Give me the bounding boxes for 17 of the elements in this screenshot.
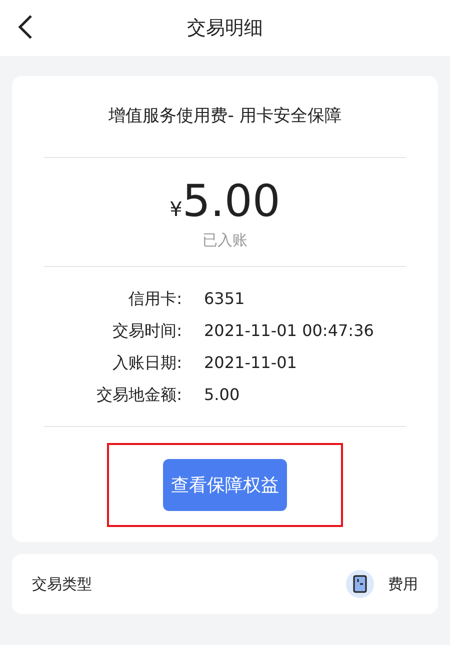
detail-label: 交易时间: [112,321,183,342]
detail-value: 5.00 [204,385,241,406]
detail-label: 交易地金额: [96,385,183,406]
currency-symbol: ¥ [170,197,182,221]
detail-label: 入账日期: [112,353,183,374]
receipt-icon [346,570,374,598]
detail-value: 2021-11-01 [204,353,298,374]
detail-label: 信用卡: [128,289,183,310]
page-title: 交易明细 [187,16,263,41]
type-label: 交易类型 [32,574,93,594]
transaction-description: 增值服务使用费- 用卡安全保障 [44,76,406,158]
type-value: 费用 [388,574,418,594]
view-benefits-button[interactable]: 查看保障权益 [163,459,287,511]
detail-value: 6351 [204,289,246,310]
status-text: 已入账 [44,227,406,267]
detail-value: 2021-11-01 00:47:36 [204,321,375,342]
amount: 5.00 [182,176,280,227]
